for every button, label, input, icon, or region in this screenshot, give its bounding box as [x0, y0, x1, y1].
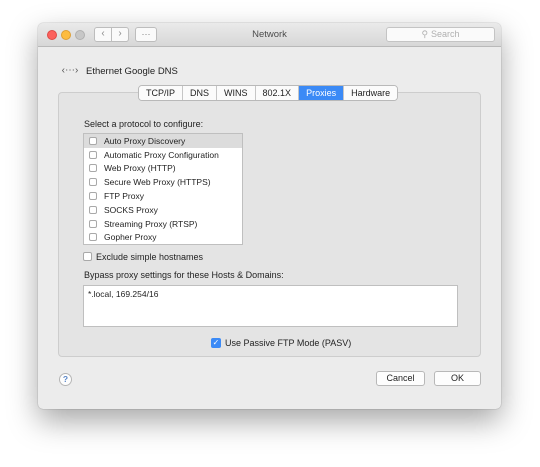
- protocol-label: Automatic Proxy Configuration: [104, 149, 219, 160]
- ok-button[interactable]: OK: [434, 371, 481, 386]
- checkbox[interactable]: [89, 233, 97, 242]
- exclude-simple-hostnames-checkbox[interactable]: [83, 252, 92, 261]
- protocol-list: Auto Proxy Discovery Automatic Proxy Con…: [83, 133, 243, 245]
- exclude-simple-hostnames-label: Exclude simple hostnames: [96, 252, 204, 262]
- protocol-label: Streaming Proxy (RTSP): [104, 218, 198, 229]
- tab-hardware[interactable]: Hardware: [344, 86, 398, 100]
- passive-ftp-checkbox[interactable]: ✓: [211, 338, 221, 348]
- tab-bar: TCP/IP DNS WINS 802.1X Proxies Hardware: [138, 85, 399, 101]
- checkbox[interactable]: [89, 205, 97, 214]
- protocol-label: SOCKS Proxy: [104, 204, 158, 215]
- question-icon: ?: [62, 374, 69, 384]
- tab-8021x[interactable]: 802.1X: [255, 86, 300, 100]
- protocol-label: FTP Proxy: [104, 191, 144, 202]
- search-icon: ⚲: [421, 29, 429, 39]
- checkbox[interactable]: [89, 136, 97, 145]
- checkbox[interactable]: [89, 219, 97, 228]
- checkbox[interactable]: [89, 164, 97, 173]
- protocol-heading: Select a protocol to configure:: [84, 119, 204, 129]
- protocol-item-socks-proxy[interactable]: SOCKS Proxy: [84, 203, 242, 217]
- tab-dns[interactable]: DNS: [183, 86, 218, 100]
- checkbox[interactable]: [89, 150, 97, 159]
- passive-ftp-label: Use Passive FTP Mode (PASV): [225, 338, 352, 348]
- checkbox[interactable]: [89, 178, 97, 187]
- search-placeholder: Search: [431, 29, 460, 39]
- connection-name: Ethernet Google DNS: [86, 66, 178, 77]
- protocol-label: Gopher Proxy: [104, 232, 157, 243]
- search-input[interactable]: ⚲ Search: [386, 27, 495, 42]
- bypass-textarea[interactable]: *.local, 169.254/16: [83, 285, 458, 327]
- protocol-item-auto-proxy-discovery[interactable]: Auto Proxy Discovery: [84, 134, 242, 148]
- bypass-label: Bypass proxy settings for these Hosts & …: [84, 270, 284, 280]
- protocol-item-ftp-proxy[interactable]: FTP Proxy: [84, 189, 242, 203]
- titlebar: ‹ › ⋯ Network ⚲ Search: [38, 23, 501, 47]
- checkmark-icon: ✓: [212, 338, 220, 347]
- protocol-label: Web Proxy (HTTP): [104, 163, 176, 174]
- protocol-label: Auto Proxy Discovery: [104, 135, 186, 146]
- bypass-value: *.local, 169.254/16: [88, 289, 159, 299]
- ethernet-icon: ‹⋯›: [61, 65, 79, 76]
- cancel-button[interactable]: Cancel: [376, 371, 425, 386]
- protocol-item-secure-web-proxy[interactable]: Secure Web Proxy (HTTPS): [84, 175, 242, 189]
- protocol-item-automatic-proxy-configuration[interactable]: Automatic Proxy Configuration: [84, 148, 242, 162]
- checkbox[interactable]: [89, 192, 97, 201]
- protocol-item-gopher-proxy[interactable]: Gopher Proxy: [84, 231, 242, 245]
- protocol-item-web-proxy[interactable]: Web Proxy (HTTP): [84, 162, 242, 176]
- network-window: ‹ › ⋯ Network ⚲ Search ‹⋯› Ethernet Googl…: [38, 23, 501, 409]
- protocol-label: Secure Web Proxy (HTTPS): [104, 177, 211, 188]
- tab-tcpip[interactable]: TCP/IP: [139, 86, 184, 100]
- tab-proxies[interactable]: Proxies: [299, 86, 345, 100]
- tab-wins[interactable]: WINS: [217, 86, 256, 100]
- protocol-item-streaming-proxy[interactable]: Streaming Proxy (RTSP): [84, 217, 242, 231]
- help-button[interactable]: ?: [59, 373, 72, 386]
